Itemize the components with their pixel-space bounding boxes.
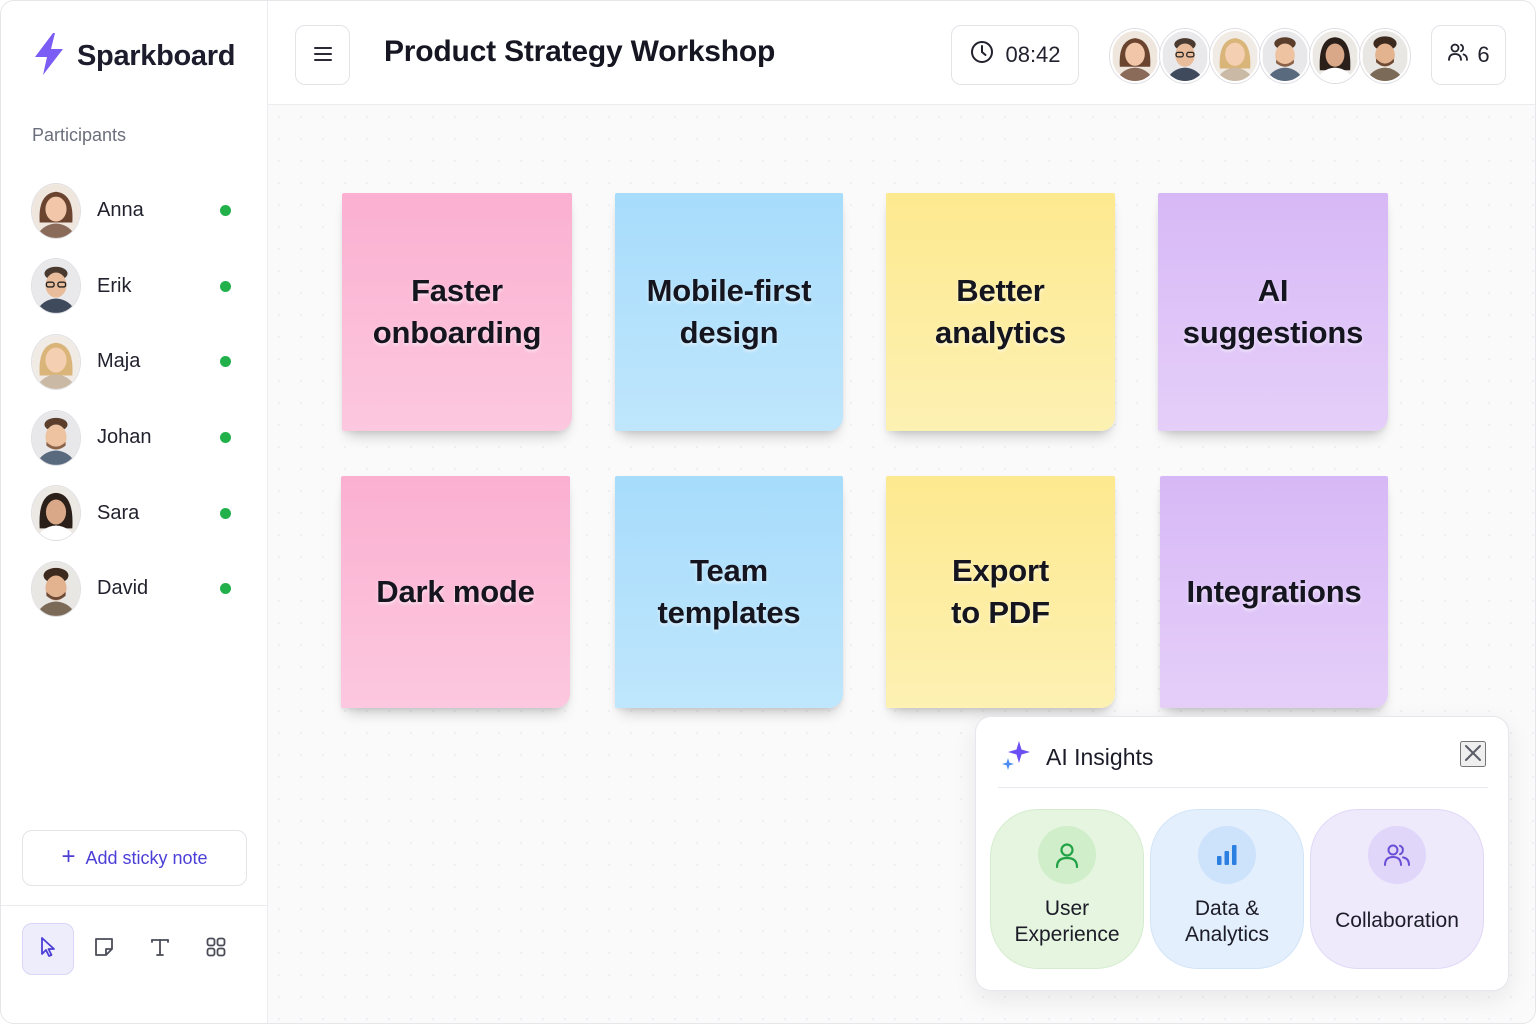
header-avatar-stack[interactable] xyxy=(1110,29,1410,83)
online-status-dot xyxy=(220,280,231,292)
sticky-note-text: Better analytics xyxy=(935,273,1066,350)
sticky-note[interactable]: Export to PDF xyxy=(886,476,1115,708)
avatar xyxy=(31,485,81,542)
app-window: Sparkboard Participants Anna Erik Maja J… xyxy=(0,0,1536,1024)
participant-maja[interactable]: Maja xyxy=(31,324,241,400)
ai-insights-header: AI Insights xyxy=(1000,739,1153,776)
online-status-dot xyxy=(220,356,231,368)
sticky-note[interactable]: Team templates xyxy=(615,476,843,708)
sticky-note-text: Integrations xyxy=(1186,574,1362,610)
cursor-tool-button[interactable] xyxy=(22,923,74,975)
clock-icon xyxy=(969,39,995,71)
avatar xyxy=(31,333,81,390)
brand[interactable]: Sparkboard xyxy=(31,31,236,82)
avatar xyxy=(1110,29,1160,83)
sticky-note[interactable]: Faster onboarding xyxy=(342,193,572,431)
ai-insights-title: AI Insights xyxy=(1046,744,1154,770)
add-sticky-note-label: Add sticky note xyxy=(85,847,208,868)
avatar xyxy=(1310,29,1360,83)
timer-value: 08:42 xyxy=(1005,42,1061,67)
participant-name: Erik xyxy=(97,274,132,297)
online-status-dot xyxy=(220,583,231,595)
avatar xyxy=(31,560,81,617)
participant-name: Johan xyxy=(97,426,152,449)
participant-david[interactable]: David xyxy=(31,551,241,627)
participant-erik[interactable]: Erik xyxy=(31,249,241,325)
plus-icon: + xyxy=(61,843,76,870)
text-tool-button[interactable] xyxy=(134,923,186,975)
sticky-note[interactable]: Integrations xyxy=(1160,476,1388,708)
cursor-icon xyxy=(36,935,60,964)
sticky-note-text: Dark mode xyxy=(376,574,535,610)
insight-card-data-analytics[interactable]: Data & Analytics xyxy=(1150,809,1304,969)
sticky-note-text: AI suggestions xyxy=(1182,273,1364,350)
participant-name: David xyxy=(97,577,149,600)
text-icon xyxy=(148,935,172,964)
sticky-note-text: Faster onboarding xyxy=(372,273,542,350)
add-sticky-note-button[interactable]: + Add sticky note xyxy=(22,830,247,886)
close-button[interactable] xyxy=(1460,741,1486,767)
insight-categories: User Experience Data & Analytics Collabo… xyxy=(990,809,1484,969)
user-icon xyxy=(1038,826,1096,884)
divider xyxy=(1,905,267,906)
participant-sara[interactable]: Sara xyxy=(31,475,241,551)
sticky-note-tool-button[interactable] xyxy=(78,923,130,975)
grid-icon xyxy=(204,935,228,964)
sticky-note-text: Team templates xyxy=(657,553,801,630)
sticky-note[interactable]: Mobile-first design xyxy=(615,193,843,431)
avatar xyxy=(31,182,81,239)
avatar xyxy=(1360,29,1410,83)
participant-name: Anna xyxy=(97,199,144,222)
insight-card-label: User Experience xyxy=(1014,897,1120,947)
participant-name: Sara xyxy=(97,501,140,524)
sticky-note[interactable]: Dark mode xyxy=(341,476,570,708)
participant-johan[interactable]: Johan xyxy=(31,400,241,476)
insight-card-user-experience[interactable]: User Experience xyxy=(990,809,1144,969)
users-icon xyxy=(1447,41,1469,69)
participants-count-button[interactable]: 6 xyxy=(1431,25,1506,85)
brand-name: Sparkboard xyxy=(77,39,236,72)
insight-card-label: Data & Analytics xyxy=(1184,897,1270,947)
online-status-dot xyxy=(220,507,231,519)
avatar xyxy=(1260,29,1310,83)
team-icon xyxy=(1368,826,1426,884)
online-status-dot xyxy=(220,205,231,217)
divider xyxy=(998,787,1488,788)
sticky-note-text: Export to PDF xyxy=(951,553,1050,630)
avatar xyxy=(31,258,81,315)
insight-card-collaboration[interactable]: Collaboration xyxy=(1310,809,1484,969)
participant-anna[interactable]: Anna xyxy=(31,173,241,249)
lightning-logo-icon xyxy=(31,31,67,82)
session-timer[interactable]: 08:42 xyxy=(951,25,1079,85)
ai-insights-panel: AI Insights User Experience Data & Analy… xyxy=(975,716,1509,991)
avatar xyxy=(31,409,81,466)
sidebar: Sparkboard Participants Anna Erik Maja J… xyxy=(1,1,268,1023)
sticky-note[interactable]: AI suggestions xyxy=(1158,193,1388,431)
sticky-note[interactable]: Better analytics xyxy=(886,193,1115,431)
toolbar xyxy=(22,923,242,975)
grid-tool-button[interactable] xyxy=(190,923,242,975)
avatar xyxy=(1160,29,1210,83)
sticky-note-icon xyxy=(92,935,116,964)
sticky-note-text: Mobile-first design xyxy=(646,273,812,350)
close-icon xyxy=(1463,743,1483,766)
participant-list: Anna Erik Maja Johan Sara David xyxy=(31,173,241,627)
participant-name: Maja xyxy=(97,350,141,373)
online-status-dot xyxy=(220,432,231,444)
page-title: Product Strategy Workshop xyxy=(384,35,776,68)
hamburger-icon xyxy=(313,46,333,65)
top-bar: Product Strategy Workshop 08:42 6 xyxy=(268,1,1535,105)
bar-chart-icon xyxy=(1198,826,1256,884)
avatar xyxy=(1210,29,1260,83)
menu-button[interactable] xyxy=(295,25,350,85)
sparkle-icon xyxy=(1000,739,1032,776)
insight-card-label: Collaboration xyxy=(1335,909,1459,932)
participants-count: 6 xyxy=(1477,42,1490,67)
participants-heading: Participants xyxy=(32,125,127,145)
